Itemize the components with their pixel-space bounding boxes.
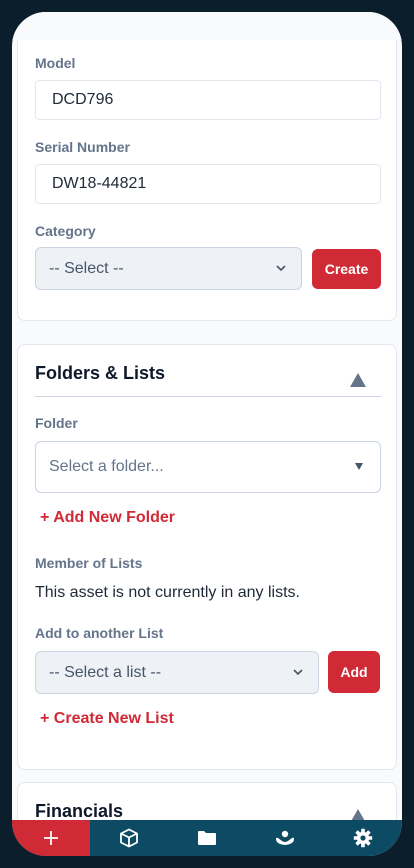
handshake-icon [276, 830, 294, 845]
model-field[interactable]: DCD796 [35, 80, 381, 120]
serial-number-label: Serial Number [35, 139, 130, 155]
top-bar [12, 12, 402, 40]
chevron-down-icon [293, 669, 303, 676]
section-divider [35, 396, 381, 397]
folder-label: Folder [35, 415, 78, 431]
member-of-lists-label: Member of Lists [35, 555, 143, 571]
nav-assets-button[interactable] [90, 820, 168, 856]
scroll-content[interactable]: Model DCD796 Serial Number DW18-44821 Ca… [12, 40, 402, 820]
create-new-list-link[interactable]: + Create New List [40, 710, 174, 728]
category-label: Category [35, 223, 96, 239]
nav-settings-button[interactable] [324, 820, 402, 856]
gear-icon [353, 828, 373, 848]
bottom-nav [12, 820, 402, 856]
category-select-value: -- Select -- [49, 260, 124, 277]
folder-select[interactable]: Select a folder... [35, 441, 381, 493]
serial-number-field[interactable]: DW18-44821 [35, 164, 381, 204]
collapse-arrow-icon[interactable] [350, 809, 366, 820]
list-select-value: -- Select a list -- [49, 664, 162, 681]
category-select[interactable]: -- Select -- [35, 247, 302, 290]
dropdown-triangle-icon [355, 463, 363, 470]
nav-add-button[interactable] [12, 820, 90, 856]
add-new-folder-link[interactable]: + Add New Folder [40, 509, 175, 527]
folders-lists-title: Folders & Lists [35, 363, 166, 383]
nav-folders-button[interactable] [168, 820, 246, 856]
nav-checkout-button[interactable] [246, 820, 324, 856]
financials-card: Financials [17, 782, 397, 820]
create-category-button[interactable]: Create [312, 249, 381, 289]
plus-icon [44, 831, 58, 845]
collapse-arrow-icon[interactable] [350, 373, 366, 387]
chevron-down-icon [276, 265, 286, 272]
model-label: Model [35, 55, 76, 71]
financials-title: Financials [35, 801, 124, 820]
folder-icon [198, 831, 216, 845]
box-icon [120, 828, 138, 848]
member-of-lists-text: This asset is not currently in any lists… [35, 584, 300, 601]
add-to-list-label: Add to another List [35, 625, 164, 641]
app-screen: Model DCD796 Serial Number DW18-44821 Ca… [12, 12, 402, 856]
folder-select-placeholder: Select a folder... [49, 458, 164, 475]
asset-details-card: Model DCD796 Serial Number DW18-44821 Ca… [17, 40, 397, 321]
folders-lists-card: Folders & Lists Folder Select a folder..… [17, 344, 397, 770]
list-select[interactable]: -- Select a list -- [35, 651, 319, 694]
add-to-list-button[interactable]: Add [328, 651, 380, 693]
phone-frame: Model DCD796 Serial Number DW18-44821 Ca… [0, 0, 414, 868]
